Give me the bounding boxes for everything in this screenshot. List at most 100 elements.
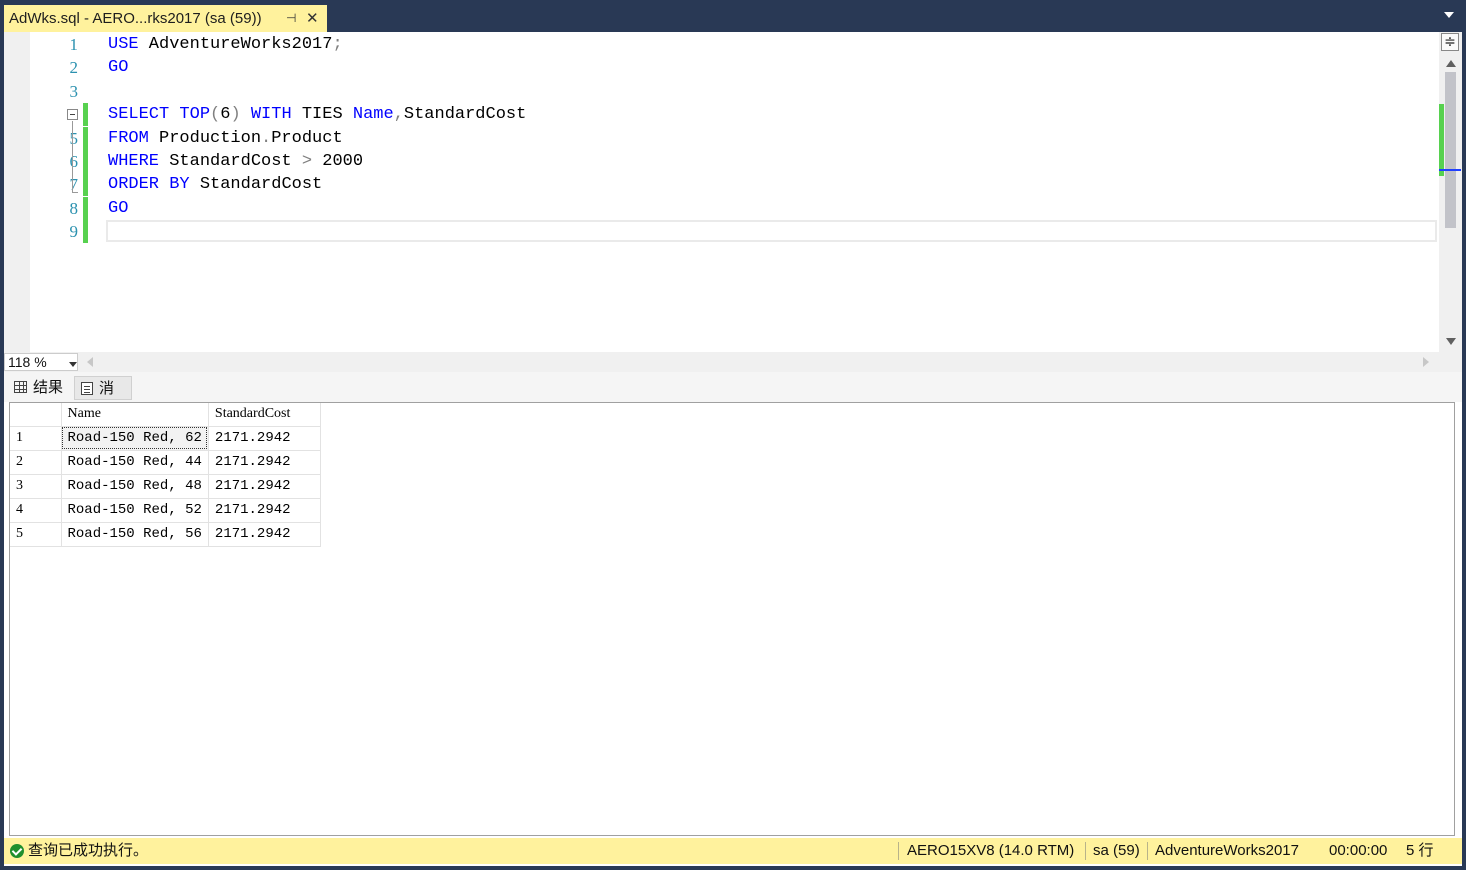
result-tabs: 结果 消息	[4, 372, 1462, 421]
row-number[interactable]: 1	[10, 426, 62, 451]
scroll-left-arrow-icon[interactable]	[87, 357, 93, 367]
code-text: USE AdventureWorks2017;	[108, 33, 343, 56]
code-text: ORDER BY StandardCost	[108, 173, 322, 196]
code-token: >	[301, 152, 313, 171]
code-token: 6	[220, 105, 231, 125]
scroll-right-arrow-icon[interactable]	[1423, 357, 1429, 367]
table-row[interactable]: 5 Road-150 Red, 56 2171.2942	[10, 522, 321, 547]
cell-standardcost[interactable]: 2171.2942	[208, 498, 321, 523]
cell-standardcost[interactable]: 2171.2942	[208, 522, 321, 547]
code-line[interactable]: 8 GO	[30, 196, 1439, 220]
document-tab-strip: AdWks.sql - AERO...rks2017 (sa (59)) ⊣ ✕	[0, 0, 1466, 32]
editor-vertical-scrollbar[interactable]: ≑	[1439, 32, 1462, 352]
status-separator	[1085, 842, 1086, 860]
tab-list-dropdown-icon[interactable]	[1444, 12, 1454, 18]
close-icon[interactable]: ✕	[306, 5, 319, 32]
row-number[interactable]: 5	[10, 522, 62, 547]
code-line[interactable]: 6 WHERE StandardCost > 2000	[30, 150, 1439, 173]
code-token: StandardCost	[403, 105, 527, 125]
cell-name[interactable]: Road-150 Red, 48	[61, 474, 209, 499]
code-token: StandardCost	[159, 152, 302, 171]
chevron-down-icon	[69, 362, 77, 367]
code-line[interactable]: 7 ORDER BY StandardCost	[30, 173, 1439, 197]
code-token: USE	[108, 35, 139, 54]
code-line[interactable]: 4SELECT TOP(6) WITH TIES Name,StandardCo…	[30, 103, 1439, 127]
cell-name[interactable]: Road-150 Red, 62	[61, 426, 209, 451]
code-token: .	[261, 128, 272, 148]
results-grid: Name StandardCost 1 Road-150 Red, 62 2171.…	[10, 403, 321, 547]
cell-standardcost[interactable]: 2171.2942	[208, 450, 321, 475]
code-text: GO	[108, 56, 128, 79]
collapse-outline-icon[interactable]	[67, 109, 78, 120]
scrollbar-caret-marker	[1439, 169, 1461, 171]
code-token: GO	[108, 58, 129, 78]
zoom-bar: 118 %	[4, 352, 1462, 372]
cell-standardcost[interactable]: 2171.2942	[208, 474, 321, 499]
column-header-name[interactable]: Name	[61, 403, 209, 427]
code-token: WHERE	[108, 152, 160, 171]
change-marker	[83, 173, 88, 197]
table-row[interactable]: 4 Road-150 Red, 52 2171.2942	[10, 498, 321, 523]
line-number: 6	[69, 152, 79, 171]
change-marker	[83, 103, 88, 127]
code-line[interactable]: 5 FROM Production.Product	[30, 126, 1439, 150]
scroll-thumb[interactable]	[1445, 72, 1456, 228]
query-window: 1USE AdventureWorks2017;2GO34SELECT TOP(…	[4, 32, 1462, 866]
tab-results[interactable]: 结果	[8, 376, 72, 400]
code-token: BY	[169, 175, 190, 195]
sql-editor[interactable]: 1 USE AdventureWorks2017; 2 GO 34SELECT TOP(…	[4, 32, 1439, 352]
table-row[interactable]: 1 Road-150 Red, 62 2171.2942	[10, 426, 321, 451]
document-tab-title: AdWks.sql - AERO...rks2017 (sa (59))	[9, 10, 262, 27]
status-separator	[898, 842, 899, 860]
status-server: AERO15XV8 (14.0 RTM)	[907, 842, 1075, 859]
code-token: StandardCost	[189, 175, 323, 195]
code-text: SELECT TOP(6) WITH TIES Name,StandardCos…	[108, 103, 526, 126]
code-line[interactable]: 3	[30, 80, 1439, 103]
zoom-select[interactable]: 118 %	[4, 353, 78, 371]
outline-guide	[72, 121, 73, 193]
code-token: TIES	[291, 105, 353, 125]
code-token: TOP	[179, 105, 211, 125]
code-token: 2000	[312, 152, 364, 171]
status-row-count: 5 行	[1406, 842, 1434, 859]
results-grid-pane[interactable]: Name StandardCost 1 Road-150 Red, 62 2171.…	[9, 402, 1455, 836]
code-line[interactable]: 1 USE AdventureWorks2017;	[30, 33, 1439, 56]
grid-header-row: Name StandardCost	[10, 403, 321, 427]
code-text: GO	[108, 197, 128, 220]
table-row[interactable]: 3 Road-150 Red, 48 2171.2942	[10, 474, 321, 499]
code-line[interactable]: 2 GO	[30, 56, 1439, 79]
glyph-margin	[4, 32, 30, 352]
pin-icon[interactable]: ⊣	[286, 5, 296, 32]
change-marker	[83, 196, 88, 220]
document-tab[interactable]: AdWks.sql - AERO...rks2017 (sa (59)) ⊣ ✕	[4, 5, 327, 32]
current-line-highlight	[106, 220, 1437, 242]
tab-messages[interactable]: 消息	[74, 376, 132, 421]
scroll-up-arrow-icon[interactable]	[1446, 60, 1456, 67]
code-token: )	[230, 105, 241, 125]
code-token: Name	[352, 105, 394, 125]
code-token: Product	[271, 128, 343, 148]
change-marker	[83, 126, 88, 150]
row-number[interactable]: 2	[10, 450, 62, 475]
status-user: sa (59)	[1093, 842, 1140, 859]
cell-standardcost[interactable]: 2171.2942	[208, 426, 321, 451]
row-number[interactable]: 4	[10, 498, 62, 523]
status-elapsed: 00:00:00	[1329, 842, 1388, 859]
status-database: AdventureWorks2017	[1155, 842, 1299, 859]
cell-name[interactable]: Road-150 Red, 56	[61, 522, 209, 547]
row-header-corner[interactable]	[10, 403, 62, 427]
code-token: ;	[332, 35, 343, 54]
cell-name[interactable]: Road-150 Red, 44	[61, 450, 209, 475]
code-token: Production	[148, 128, 262, 148]
table-row[interactable]: 2 Road-150 Red, 44 2171.2942	[10, 450, 321, 475]
cell-name[interactable]: Road-150 Red, 52	[61, 498, 209, 523]
scroll-down-arrow-icon[interactable]	[1446, 338, 1456, 345]
split-window-icon[interactable]: ≑	[1441, 33, 1459, 51]
outline-guide-end	[72, 192, 78, 193]
column-header-standardcost[interactable]: StandardCost	[208, 403, 321, 427]
line-number: 8	[69, 198, 79, 218]
row-number[interactable]: 3	[10, 474, 62, 499]
